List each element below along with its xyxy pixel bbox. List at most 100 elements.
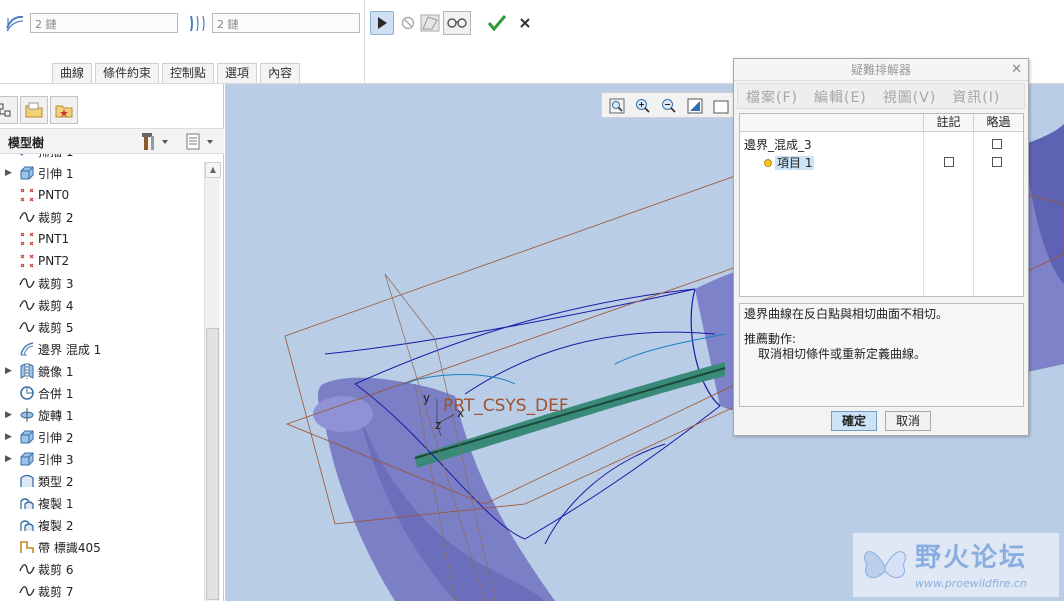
expand-arrow-icon[interactable]: ▶ <box>5 410 12 420</box>
table-header-item <box>740 114 923 132</box>
dialog-menubar: 檔案(F) 編輯(E) 視圖(V) 資訊(I) <box>737 83 1025 109</box>
menu-edit[interactable]: 編輯(E) <box>806 84 875 108</box>
tab-properties[interactable]: 內容 <box>260 63 301 83</box>
tree-scrollbar[interactable]: ▲ <box>204 162 221 601</box>
glasses-icon[interactable] <box>443 11 471 35</box>
tree-item-label: 裁剪 3 <box>38 276 74 291</box>
tab-curves[interactable]: 曲線 <box>52 63 93 83</box>
datum-point-icon <box>19 187 35 203</box>
issue-item-label: 項目 1 <box>775 156 815 170</box>
tree-item[interactable]: 複製 2 <box>0 514 204 536</box>
cancel-button[interactable]: 取消 <box>885 411 931 431</box>
boundary-ref-icon-2[interactable] <box>187 12 209 34</box>
tree-item-label: 複製 2 <box>38 518 74 533</box>
tree-item-label: PNT2 <box>38 254 70 268</box>
first-direction-chain-field[interactable]: 2 鏈 <box>30 13 178 33</box>
table-header-skip[interactable]: 略過 <box>973 114 1023 132</box>
copy-icon <box>19 517 35 533</box>
tree-item-label: 合併 1 <box>38 386 74 401</box>
tree-item-label: 裁剪 4 <box>38 298 74 313</box>
stop-icon[interactable] <box>396 11 420 35</box>
tree-item-label: 引伸 1 <box>38 166 74 181</box>
show-settings-icon[interactable] <box>184 132 216 155</box>
issue-item-row[interactable]: 項目 1 <box>764 154 815 171</box>
expand-arrow-icon[interactable]: ▶ <box>5 432 12 442</box>
tree-item-label: 邊界 混成 1 <box>38 342 102 357</box>
tab-constraints[interactable]: 條件約束 <box>95 63 160 83</box>
menu-view[interactable]: 視圖(V) <box>875 84 945 108</box>
boundary-ref-icon[interactable] <box>4 12 26 34</box>
scrollbar-thumb[interactable] <box>206 328 219 600</box>
tree-item-label: 複製 1 <box>38 496 74 511</box>
note-checkbox[interactable] <box>944 157 954 167</box>
close-icon[interactable] <box>513 11 537 35</box>
expand-arrow-icon[interactable]: ▶ <box>5 366 12 376</box>
tree-item[interactable]: ▶ 掃描 1 <box>0 154 204 162</box>
recommend-text: 取消相切條件或重新定義曲線。 <box>758 347 927 361</box>
preview-icon[interactable] <box>418 11 442 35</box>
csys-axis-z-label: z <box>435 418 442 432</box>
skip-checkbox[interactable] <box>992 157 1002 167</box>
expand-arrow-icon[interactable]: ▶ <box>5 154 12 156</box>
warning-dot-icon <box>764 159 772 167</box>
favorites-tab-icon[interactable] <box>50 96 78 124</box>
dialog-close-icon[interactable]: ✕ <box>1011 59 1022 81</box>
expand-arrow-icon[interactable]: ▶ <box>5 168 12 178</box>
zoom-fit-icon[interactable] <box>605 95 629 117</box>
skip-checkbox[interactable] <box>992 139 1002 149</box>
tree-item[interactable]: 邊界 混成 1 <box>0 338 204 360</box>
table-header-note[interactable]: 註記 <box>923 114 973 132</box>
dialog-title: 疑難排解器 <box>734 59 1028 81</box>
expand-arrow-icon[interactable]: ▶ <box>5 454 12 464</box>
tree-item[interactable]: 裁剪 3 <box>0 272 204 294</box>
ok-button[interactable]: 確定 <box>831 411 877 431</box>
tree-item[interactable]: 裁剪 5 <box>0 316 204 338</box>
curve-icon <box>19 319 35 335</box>
model-tree-tab-icon[interactable] <box>0 96 18 124</box>
boundary-blend-icon <box>19 341 35 357</box>
tree-item[interactable]: ▶ 引伸 1 <box>0 162 204 184</box>
tree-item[interactable]: ▶ 引伸 2 <box>0 426 204 448</box>
model-tree-panel: 模型樹 ▶ 掃描 1 ▶ 引伸 1 PNT0 裁剪 2 PNT1 PNT2 裁剪 3 裁剪 4 裁剪… <box>0 84 224 601</box>
play-icon[interactable] <box>370 11 394 35</box>
ribbon-icon <box>19 539 35 555</box>
dashboard-divider <box>364 0 365 84</box>
tree-item[interactable]: 類型 2 <box>0 470 204 492</box>
menu-info[interactable]: 資訊(I) <box>944 84 1008 108</box>
tree-item[interactable]: 合併 1 <box>0 382 204 404</box>
tree-item[interactable]: ▶ 引伸 3 <box>0 448 204 470</box>
tree-item-label: 裁剪 2 <box>38 210 74 225</box>
menu-file[interactable]: 檔案(F) <box>738 84 806 108</box>
tree-item[interactable]: ▶ 旋轉 1 <box>0 404 204 426</box>
second-direction-chain-field[interactable]: 2 鏈 <box>212 13 360 33</box>
extrude-icon <box>19 165 35 181</box>
recommend-title: 推薦動作: <box>744 332 797 346</box>
view-icon[interactable] <box>709 95 733 117</box>
tree-item[interactable]: 複製 1 <box>0 492 204 514</box>
zoom-in-icon[interactable] <box>631 95 655 117</box>
tree-item[interactable]: ▶ 鏡像 1 <box>0 360 204 382</box>
check-icon[interactable] <box>485 11 509 35</box>
tree-item[interactable]: PNT1 <box>0 228 204 250</box>
curve-icon <box>19 583 35 599</box>
tree-item[interactable]: 裁剪 2 <box>0 206 204 228</box>
watermark-title: 野火论坛 <box>915 543 1028 573</box>
zoom-out-icon[interactable] <box>657 95 681 117</box>
tree-item-label: 裁剪 6 <box>38 562 74 577</box>
tree-item[interactable]: 裁剪 6 <box>0 558 204 580</box>
sweep-icon <box>19 154 35 159</box>
tools-icon[interactable] <box>140 132 170 155</box>
folder-browser-tab-icon[interactable] <box>20 96 48 124</box>
tree-item[interactable]: 裁剪 4 <box>0 294 204 316</box>
tree-item[interactable]: PNT0 <box>0 184 204 206</box>
tab-options[interactable]: 選項 <box>217 63 258 83</box>
tree-item[interactable]: 帶 標識405 <box>0 536 204 558</box>
tree-item-label: 裁剪 5 <box>38 320 74 335</box>
tree-item[interactable]: 裁剪 7 <box>0 580 204 601</box>
tree-item[interactable]: PNT2 <box>0 250 204 272</box>
issue-feature-row[interactable]: 邊界_混成_3 <box>744 136 812 153</box>
scroll-up-icon[interactable]: ▲ <box>205 162 221 178</box>
issue-message: 邊界曲線在反白點與相切曲面不相切。 <box>744 307 949 321</box>
repaint-icon[interactable] <box>683 95 707 117</box>
tab-control-points[interactable]: 控制點 <box>162 63 215 83</box>
